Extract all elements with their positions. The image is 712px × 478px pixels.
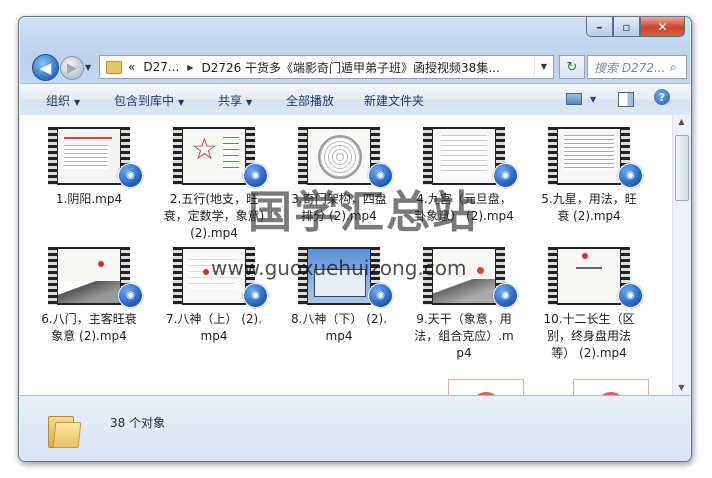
chevron-right-icon[interactable]: ▶ — [187, 63, 193, 72]
file-icon-partial[interactable] — [573, 379, 649, 395]
file-name: 3.奇门架构，四盘排分 (2).mp4 — [291, 192, 387, 223]
file-name: 5.九星，用法，旺衰 (2).mp4 — [541, 192, 637, 223]
help-icon[interactable]: ? — [654, 89, 670, 105]
minimize-button[interactable]: – — [586, 17, 613, 37]
file-list[interactable]: ◉ 1.阴阳.mp4 ☆ ◉ 2.五行(地支，旺衰，定数学，象意) (2).mp… — [20, 115, 672, 395]
file-name: 2.五行(地支，旺衰，定数学，象意) (2).mp4 — [163, 192, 265, 240]
include-library-label: 包含到库中 — [114, 94, 175, 108]
breadcrumb-parent[interactable]: D27... — [143, 60, 179, 74]
chevron-down-icon: ▼ — [246, 98, 253, 107]
file-name: 10.十二长生（区别，终身盘用法等） (2).mp4 — [543, 312, 635, 360]
media-player-icon: ◉ — [243, 163, 268, 188]
preview-pane-icon — [618, 91, 634, 107]
file-name: 9.天干（象意，用法，组合克应）.mp4 — [414, 312, 514, 360]
search-input[interactable]: 搜索 D272... ⌕ — [587, 55, 687, 79]
organize-label: 组织 — [46, 94, 71, 108]
back-button[interactable]: ◀ — [32, 54, 59, 81]
search-icon[interactable]: ⌕ — [670, 60, 677, 75]
play-all-button[interactable]: 全部播放 — [286, 92, 334, 109]
chevron-down-icon: ▼ — [590, 94, 597, 104]
media-player-icon: ◉ — [368, 163, 393, 188]
chevron-down-icon: ▼ — [178, 98, 185, 107]
file-name: 8.八神（下） (2).mp4 — [290, 312, 388, 343]
share-label: 共享 — [218, 94, 243, 108]
chevron-down-icon: ▼ — [74, 98, 81, 107]
media-player-icon: ◉ — [493, 283, 518, 308]
address-dropdown-icon[interactable]: ▼ — [534, 57, 553, 77]
scrollbar-thumb[interactable] — [675, 135, 689, 201]
caption-buttons: – ▫ ✕ — [586, 17, 685, 37]
folder-icon — [106, 60, 122, 74]
maximize-button[interactable]: ▫ — [613, 17, 640, 37]
address-bar[interactable]: « D27... ▶ D2726 干货多《端影奇门遁甲弟子班》函授视频38集..… — [99, 55, 554, 79]
item-count: 38 个对象 — [110, 416, 166, 430]
explorer-window: – ▫ ✕ ◀ ▶ ▼ « D27... ▶ D2726 干货多《端影奇门遁甲弟… — [18, 16, 692, 462]
preview-pane-button[interactable] — [618, 89, 634, 109]
media-player-icon: ◉ — [118, 163, 143, 188]
media-player-icon: ◉ — [118, 283, 143, 308]
breadcrumb-current[interactable]: D2726 干货多《端影奇门遁甲弟子班》函授视频38集... — [201, 59, 499, 76]
refresh-button[interactable]: ↻ — [559, 55, 585, 79]
media-player-icon: ◉ — [618, 283, 643, 308]
details-pane: 38 个对象 — [20, 395, 690, 461]
folder-icon — [48, 412, 82, 448]
media-player-icon: ◉ — [243, 283, 268, 308]
new-folder-button[interactable]: 新建文件夹 — [364, 92, 424, 109]
scroll-down-icon[interactable]: ▼ — [673, 381, 690, 395]
search-placeholder: 搜索 D272... — [594, 60, 666, 75]
include-library-menu[interactable]: 包含到库中 ▼ — [114, 92, 184, 109]
refresh-icon: ↻ — [566, 59, 578, 75]
back-arrow-icon: ◀ — [39, 58, 52, 77]
view-options-button[interactable]: ▼ — [566, 89, 596, 109]
file-name: 1.阴阳.mp4 — [55, 192, 123, 206]
history-dropdown-icon[interactable]: ▼ — [85, 63, 93, 72]
file-name: 4.九宫（元旦盘，卦象意） (2).mp4 — [414, 192, 514, 223]
command-bar: 组织 ▼ 包含到库中 ▼ 共享 ▼ 全部播放 新建文件夹 ▼ ? — [20, 83, 690, 116]
share-menu[interactable]: 共享 ▼ — [218, 92, 252, 109]
media-player-icon: ◉ — [618, 163, 643, 188]
file-icon-partial[interactable] — [448, 379, 524, 395]
organize-menu[interactable]: 组织 ▼ — [46, 92, 80, 109]
file-name: 6.八门，主客旺衰象意 (2).mp4 — [41, 312, 137, 343]
media-player-icon: ◉ — [493, 163, 518, 188]
close-button[interactable]: ✕ — [640, 17, 685, 37]
view-icon — [566, 93, 582, 105]
forward-button[interactable]: ▶ — [60, 56, 84, 80]
address-overflow[interactable]: « — [128, 60, 135, 74]
file-name: 7.八神（上） (2).mp4 — [165, 312, 263, 343]
vertical-scrollbar[interactable]: ▲ ▼ — [672, 115, 690, 395]
forward-arrow-icon: ▶ — [67, 60, 77, 76]
scroll-up-icon[interactable]: ▲ — [673, 115, 690, 129]
media-player-icon: ◉ — [368, 283, 393, 308]
